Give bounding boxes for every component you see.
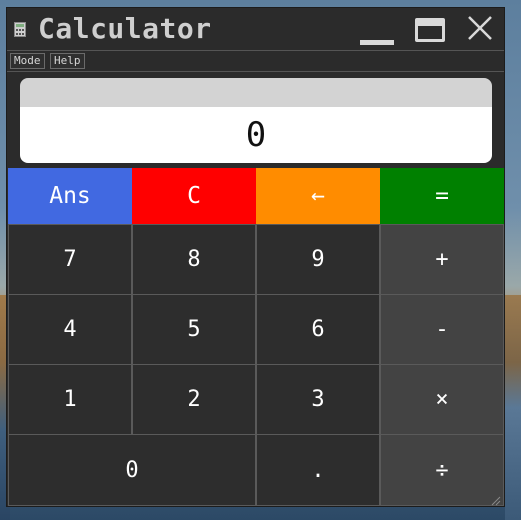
menu-bar: Mode Help [7,50,504,72]
ans-button[interactable]: Ans [8,168,132,224]
equals-button[interactable]: = [380,168,504,224]
calculator-icon [14,22,26,37]
key-1[interactable]: 1 [8,364,132,435]
calculator-window: Calculator Mode Help 0 Ans C ← = 7 8 9 +… [6,7,505,507]
menu-help[interactable]: Help [50,53,85,69]
maximize-icon [415,18,445,42]
minimize-button[interactable] [357,12,397,48]
display: 0 [20,78,492,163]
key-2[interactable]: 2 [132,364,256,435]
menu-mode[interactable]: Mode [10,53,45,69]
display-history-strip [20,78,492,107]
display-value: 0 [20,107,492,163]
desktop-background-right [505,295,521,520]
backspace-button[interactable]: ← [256,168,380,224]
divide-button[interactable]: ÷ [380,434,504,506]
window-title: Calculator [38,12,212,45]
minus-button[interactable]: - [380,294,504,365]
minimize-icon [360,16,394,45]
key-8[interactable]: 8 [132,224,256,295]
decimal-button[interactable]: . [256,434,380,506]
maximize-button[interactable] [410,12,450,48]
clear-button[interactable]: C [132,168,256,224]
key-5[interactable]: 5 [132,294,256,365]
key-4[interactable]: 4 [8,294,132,365]
key-3[interactable]: 3 [256,364,380,435]
resize-grip-icon[interactable] [489,491,501,506]
title-bar[interactable]: Calculator [7,8,504,50]
key-6[interactable]: 6 [256,294,380,365]
key-7[interactable]: 7 [8,224,132,295]
key-0[interactable]: 0 [8,434,256,506]
keypad: Ans C ← = 7 8 9 + 4 5 6 - 1 2 3 × 0 . ÷ [8,168,504,506]
key-9[interactable]: 9 [256,224,380,295]
close-button[interactable] [460,12,500,48]
multiply-button[interactable]: × [380,364,504,435]
close-icon [467,15,493,45]
plus-button[interactable]: + [380,224,504,295]
